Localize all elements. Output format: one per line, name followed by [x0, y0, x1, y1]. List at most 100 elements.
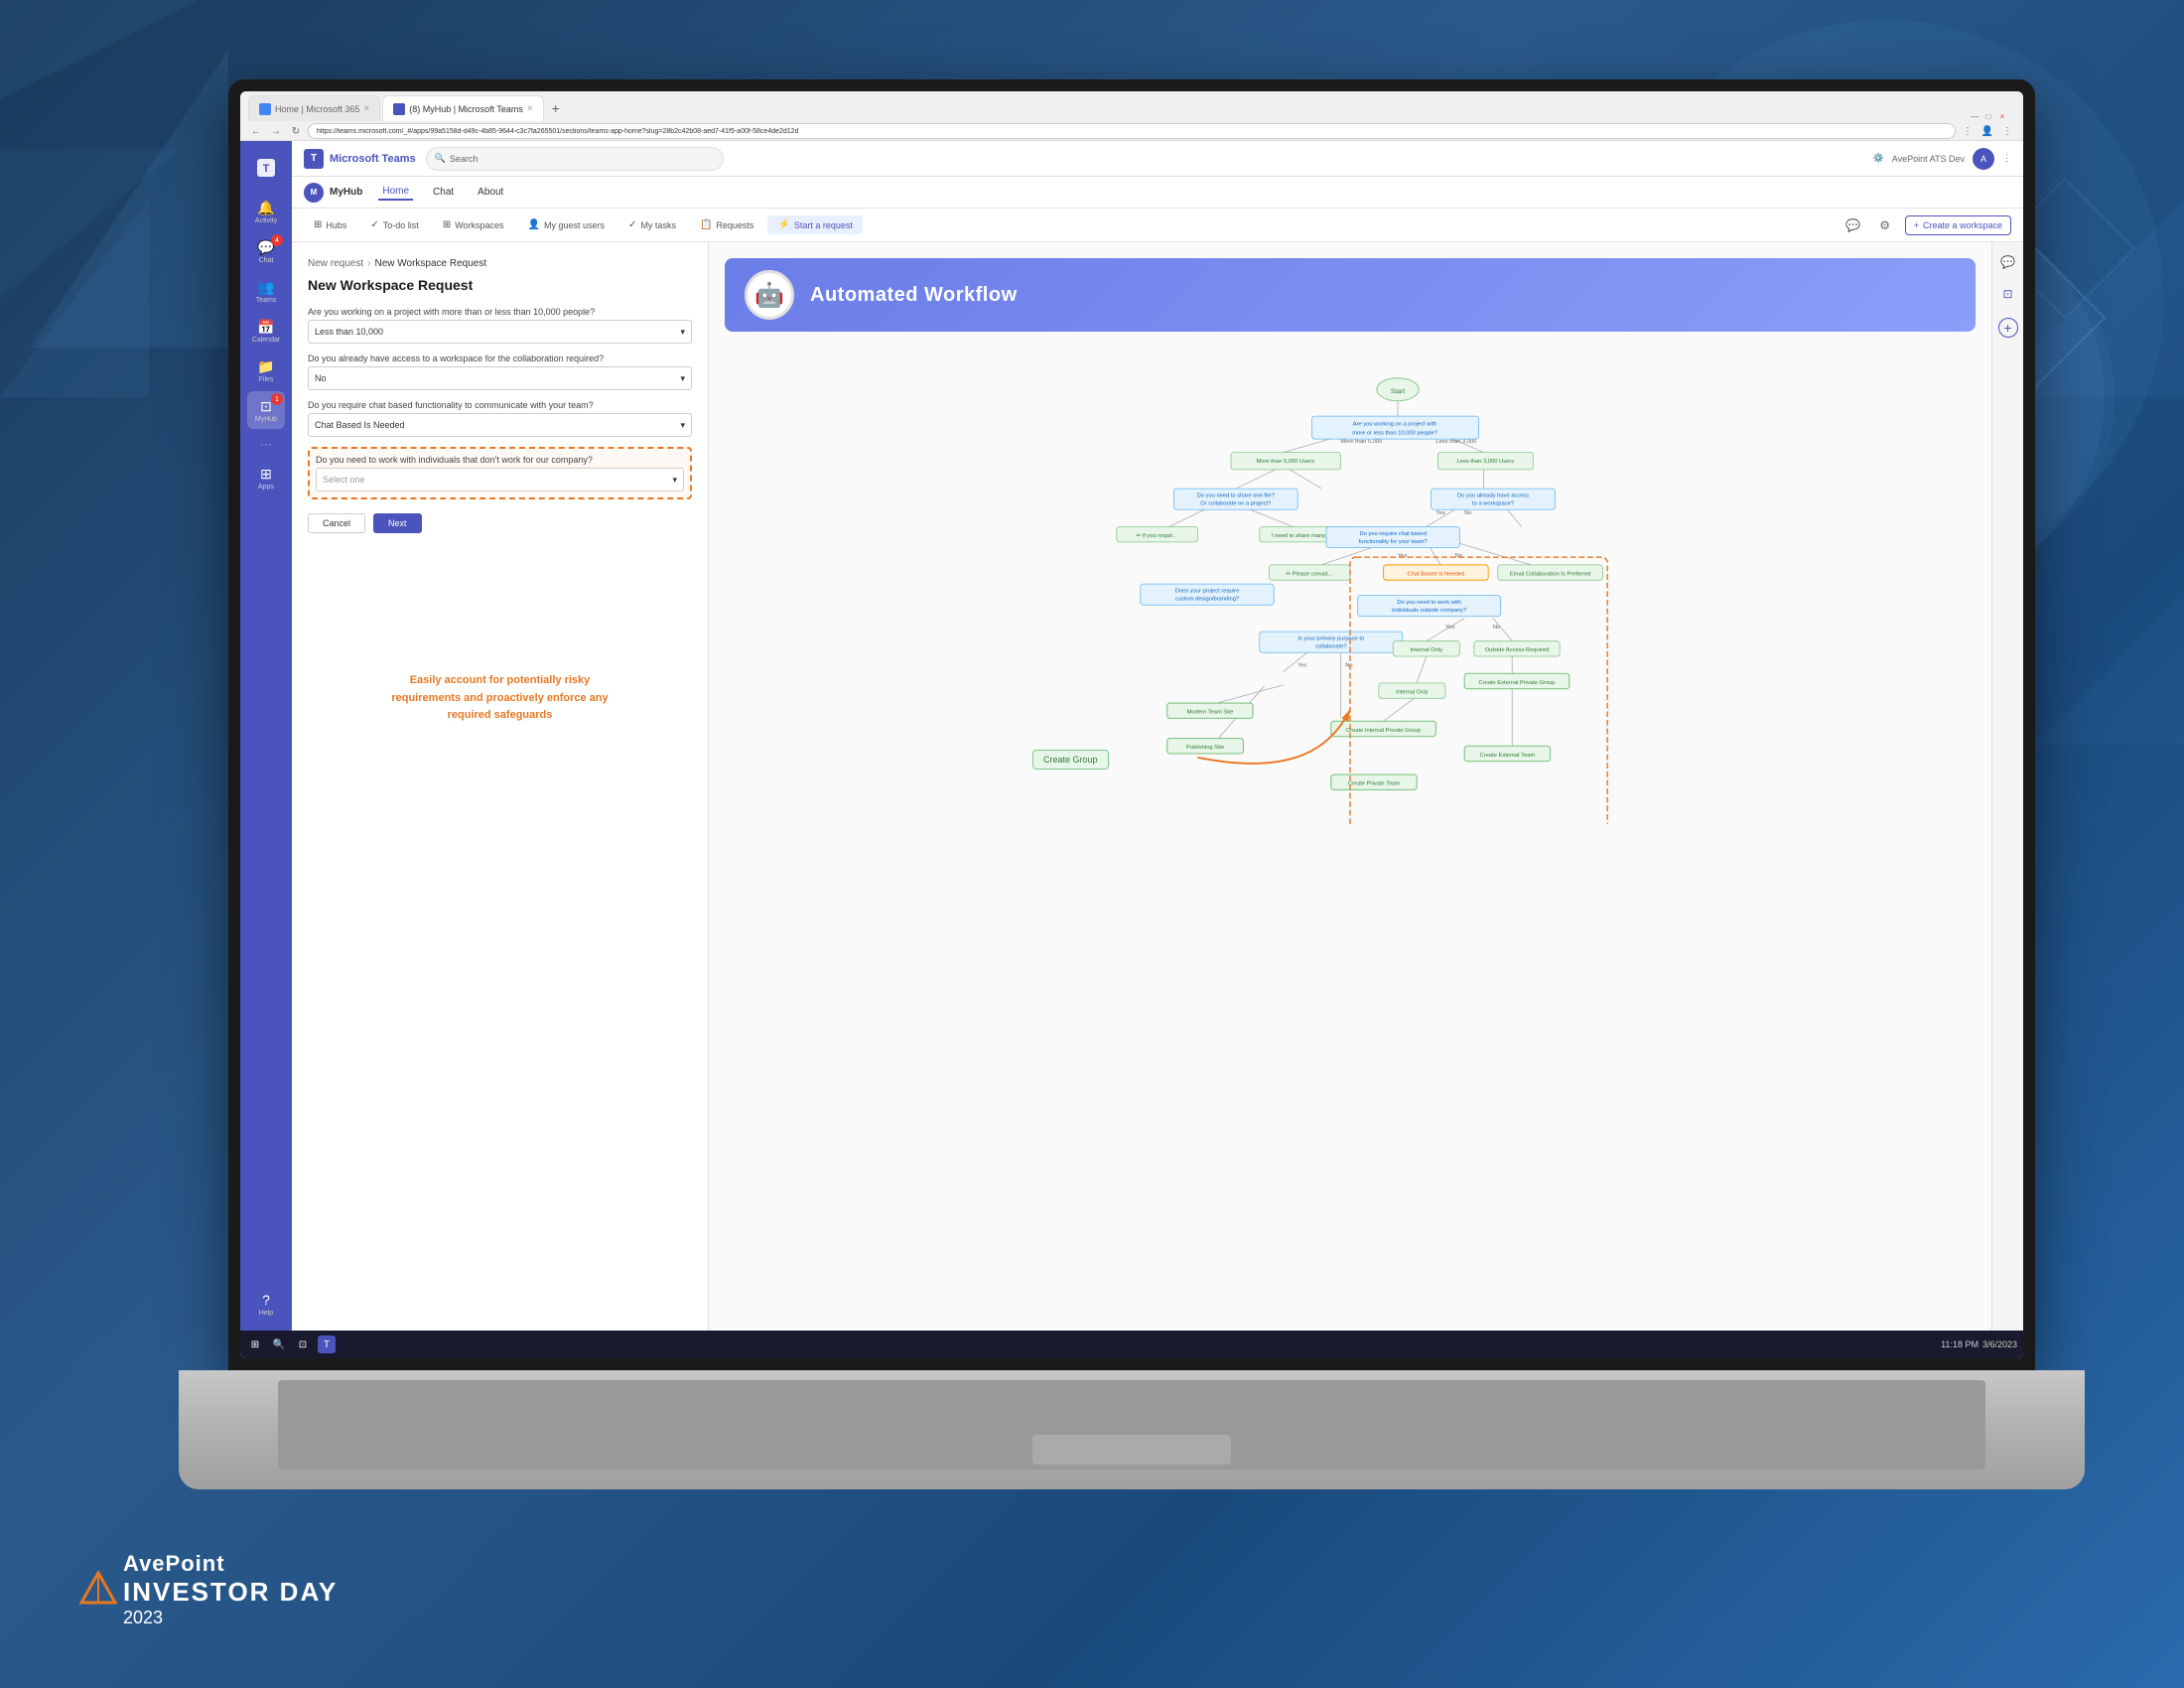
teams-main: T Microsoft Teams 🔍 Search ⚙️ AvePoint A… — [292, 141, 2023, 1331]
outsideaccess-text: Outside Access Required — [1485, 647, 1550, 653]
taskbar-taskview-icon[interactable]: ⊡ — [294, 1336, 312, 1353]
myhub-nav-about[interactable]: About — [474, 185, 507, 200]
myhub-nav-chat[interactable]: Chat — [429, 185, 458, 200]
create-group-button[interactable]: Create Group — [1032, 750, 1109, 770]
subnav-tab-requests[interactable]: 📋 Requests — [690, 215, 763, 234]
tab2-close-icon[interactable]: × — [527, 103, 533, 114]
workspaces-label: Workspaces — [455, 220, 503, 230]
back-button[interactable]: ← — [248, 123, 264, 139]
subnav-tab-hubs[interactable]: ⊞ Hubs — [304, 215, 356, 234]
form-label-2: Do you already have access to a workspac… — [308, 353, 692, 363]
create-workspace-button[interactable]: + Create a workspace — [1905, 215, 2011, 235]
form-select-2[interactable]: No ▾ — [308, 366, 692, 390]
avepoint-logo-mark — [79, 1571, 117, 1609]
subnav-tab-start-request[interactable]: ⚡ Start a request — [767, 215, 863, 234]
subnav-chat-icon[interactable]: 💬 — [1842, 213, 1865, 237]
address-bar[interactable]: https://teams.microsoft.com/_#/apps/99a5… — [308, 123, 1956, 139]
subnav-tab-guests[interactable]: 👤 My guest users — [518, 215, 614, 234]
cancel-button[interactable]: Cancel — [308, 513, 365, 533]
subnav-settings-icon[interactable]: ⚙ — [1873, 213, 1897, 237]
createprivateteam-text: Create Private Team — [1348, 781, 1401, 787]
sidebar-item-calendar[interactable]: 📅 Calendar — [247, 312, 285, 350]
sidebar-item-files[interactable]: 📁 Files — [247, 352, 285, 389]
sidebar-item-teams[interactable]: 👥 Teams — [247, 272, 285, 310]
alreadyaccess-text2: to a workspace? — [1472, 500, 1514, 506]
files-label: Files — [259, 376, 274, 383]
laptop-touchpad — [1032, 1435, 1231, 1465]
teams-header: T Microsoft Teams 🔍 Search ⚙️ AvePoint A… — [292, 141, 2023, 177]
tab1-close-icon[interactable]: × — [363, 103, 369, 114]
minimize-button[interactable]: — — [1970, 111, 1979, 121]
sidebar-ellipsis[interactable]: ··· — [260, 431, 272, 457]
subnav-tab-mytasks[interactable]: ✓ My tasks — [618, 215, 686, 234]
menu-icon[interactable]: ⋮ — [1999, 123, 2015, 139]
taskbar-time: 11:18 PM — [1941, 1339, 1979, 1349]
sidebar-item-activity[interactable]: 🔔 Activity — [247, 193, 285, 230]
extensions-icon[interactable]: ⋮ — [1960, 123, 1976, 139]
svg-text:No: No — [1464, 510, 1471, 516]
subnav-tab-workspaces[interactable]: ⊞ Workspaces — [433, 215, 514, 234]
teams-logo-icon: T — [255, 157, 277, 179]
address-bar-text: https://teams.microsoft.com/_#/apps/99a5… — [317, 128, 798, 135]
maximize-button[interactable]: □ — [1983, 111, 1993, 121]
form-select-3[interactable]: Chat Based Is Needed ▾ — [308, 413, 692, 437]
sidebar-item-myhub[interactable]: 1 ⊡ MyHub — [247, 391, 285, 429]
svg-text:No: No — [1345, 663, 1352, 669]
teams-logo-icon: T — [304, 149, 324, 169]
workflow-section: 🤖 Automated Workflow — [709, 242, 1991, 1331]
form-label-3: Do you require chat based functionality … — [308, 400, 692, 410]
taskbar-date: 3/6/2023 — [1982, 1339, 2017, 1349]
user-avatar[interactable]: A — [1973, 148, 1994, 170]
sidebar-item-chat[interactable]: 4 💬 Chat — [247, 232, 285, 270]
chevron-down-icon-3: ▾ — [680, 420, 685, 431]
sidebar-item-apps[interactable]: ⊞ Apps — [247, 459, 285, 496]
myhub-subnav: ⊞ Hubs ✓ To-do list ⊞ Workspaces — [292, 209, 2023, 242]
next-button[interactable]: Next — [373, 513, 422, 533]
svg-text:Yes: Yes — [1435, 510, 1445, 516]
teams-icon: 👥 — [257, 278, 275, 296]
myhub-nav-home[interactable]: Home — [378, 184, 413, 201]
teams-label: Teams — [256, 297, 277, 304]
createextteam-text: Create External Team — [1480, 753, 1536, 759]
internalonly-text: Internal Only — [1410, 647, 1442, 653]
profile-icon[interactable]: 👤 — [1979, 123, 1995, 139]
svg-text:Yes: Yes — [1445, 625, 1455, 631]
chevron-down-icon-2: ▾ — [680, 373, 685, 384]
more5k-text: More than 5,000 Users — [1256, 459, 1314, 465]
taskbar-teams-icon[interactable]: T — [318, 1336, 336, 1353]
myhub-title: MyHub — [330, 187, 362, 198]
forward-button[interactable]: → — [268, 123, 284, 139]
new-tab-button[interactable]: + — [546, 95, 566, 121]
taskbar-search-icon[interactable]: 🔍 — [270, 1336, 288, 1353]
header-more-btn[interactable]: ⋮ — [2002, 153, 2011, 164]
refresh-button[interactable]: ↻ — [288, 123, 304, 139]
header-settings-btn[interactable]: ⚙️ — [1873, 153, 1884, 164]
create-group-label: Create Group — [1043, 755, 1098, 765]
form-select-4[interactable]: Select one ▾ — [316, 468, 684, 492]
right-panel-chat-icon[interactable]: 💬 — [1996, 250, 2020, 274]
form-select-1[interactable]: Less than 10,000 ▾ — [308, 320, 692, 344]
callout-area: Easily account for potentially risky req… — [308, 672, 692, 725]
form-group-4-highlighted: Do you need to work with individuals tha… — [308, 447, 692, 499]
subnav-tab-todo[interactable]: ✓ To-do list — [360, 215, 428, 234]
avepoint-year: 2023 — [123, 1608, 338, 1628]
teams-search-bar[interactable]: 🔍 Search — [426, 147, 724, 171]
ifrequire-text: ✏ If you requir... — [1136, 533, 1177, 539]
breadcrumb-parent: New request — [308, 258, 363, 269]
close-window-button[interactable]: × — [1997, 111, 2007, 121]
browser-tab-2[interactable]: (8) MyHub | Microsoft Teams × — [382, 95, 544, 121]
windows-start-button[interactable]: ⊞ — [246, 1336, 264, 1353]
chat-label: Chat — [259, 257, 274, 264]
browser-tab-1[interactable]: Home | Microsoft 365 × — [248, 95, 380, 121]
alreadyaccess-text1: Do you already have access — [1457, 493, 1529, 499]
right-panel-add-button[interactable]: + — [1998, 318, 2018, 338]
flowchart-container: More than 5,000 Less than 3,000 Yes No Y… — [725, 348, 1976, 824]
activity-icon: 🔔 — [257, 199, 275, 216]
svg-text:More than 5,000: More than 5,000 — [1340, 439, 1382, 445]
sidebar-item-help[interactable]: ? Help — [247, 1285, 285, 1323]
teams-sidebar: T 🔔 Activity 4 💬 Chat 👥 Teams — [240, 141, 292, 1331]
workflow-title: Automated Workflow — [810, 284, 1018, 307]
callout-line3: required safeguards — [448, 709, 553, 721]
activity-label: Activity — [255, 217, 277, 224]
right-panel-collab-icon[interactable]: ⊡ — [1996, 282, 2020, 306]
